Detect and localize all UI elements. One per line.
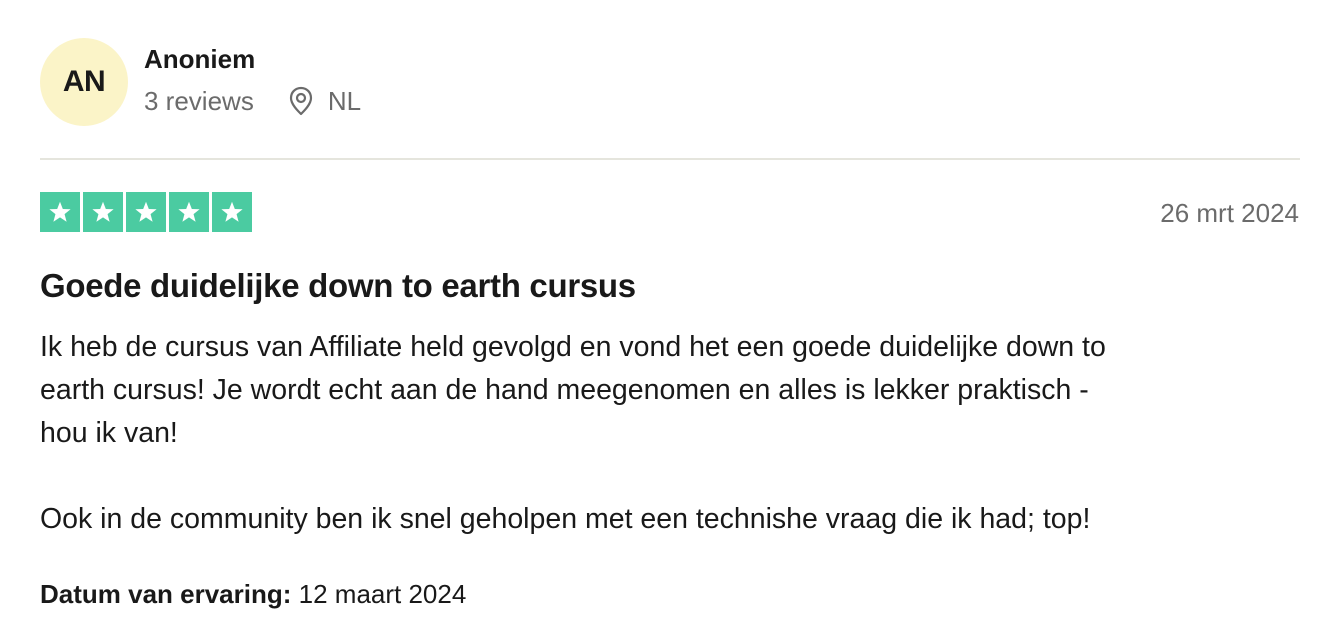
- review-line: hou ik van!: [40, 417, 178, 449]
- reviewer-header: AN Anoniem 3 reviews NL: [40, 38, 361, 126]
- review-date: 26 mrt 2024: [1160, 198, 1299, 228]
- reviewer-meta: 3 reviews NL: [144, 86, 361, 116]
- location-label: NL: [327, 86, 362, 116]
- date-of-experience: Datum van ervaring: 12 maart 2024: [40, 578, 466, 610]
- star-icon: [40, 192, 80, 232]
- divider: [40, 158, 1300, 160]
- review-title[interactable]: Goede duidelijke down to earth cursus: [40, 266, 636, 306]
- review-line: earth cursus! Je wordt echt aan de hand …: [40, 374, 1089, 406]
- star-icon: [126, 192, 166, 232]
- review-line: Ik heb de cursus van Affiliate held gevo…: [40, 331, 1106, 363]
- star-rating: [40, 192, 252, 232]
- reviewer-location: NL: [288, 86, 361, 116]
- star-icon: [169, 192, 209, 232]
- avatar[interactable]: AN: [40, 38, 128, 126]
- review-body: Ik heb de cursus van Affiliate held gevo…: [40, 326, 1300, 541]
- review-count[interactable]: 3 reviews: [144, 86, 254, 116]
- reviewer-name[interactable]: Anoniem: [144, 44, 361, 74]
- reviewer-info: Anoniem 3 reviews NL: [144, 38, 361, 116]
- review-card: AN Anoniem 3 reviews NL 26 mrt 2024 Goed…: [0, 0, 1342, 632]
- experience-label: Datum van ervaring:: [40, 579, 299, 609]
- location-pin-icon: [288, 86, 314, 116]
- star-icon: [212, 192, 252, 232]
- avatar-initials: AN: [62, 65, 106, 98]
- review-paragraph-1: Ik heb de cursus van Affiliate held gevo…: [40, 326, 1300, 455]
- experience-date: 12 maart 2024: [298, 579, 467, 609]
- review-paragraph-2: Ook in de community ben ik snel geholpen…: [40, 503, 1091, 535]
- star-icon: [83, 192, 123, 232]
